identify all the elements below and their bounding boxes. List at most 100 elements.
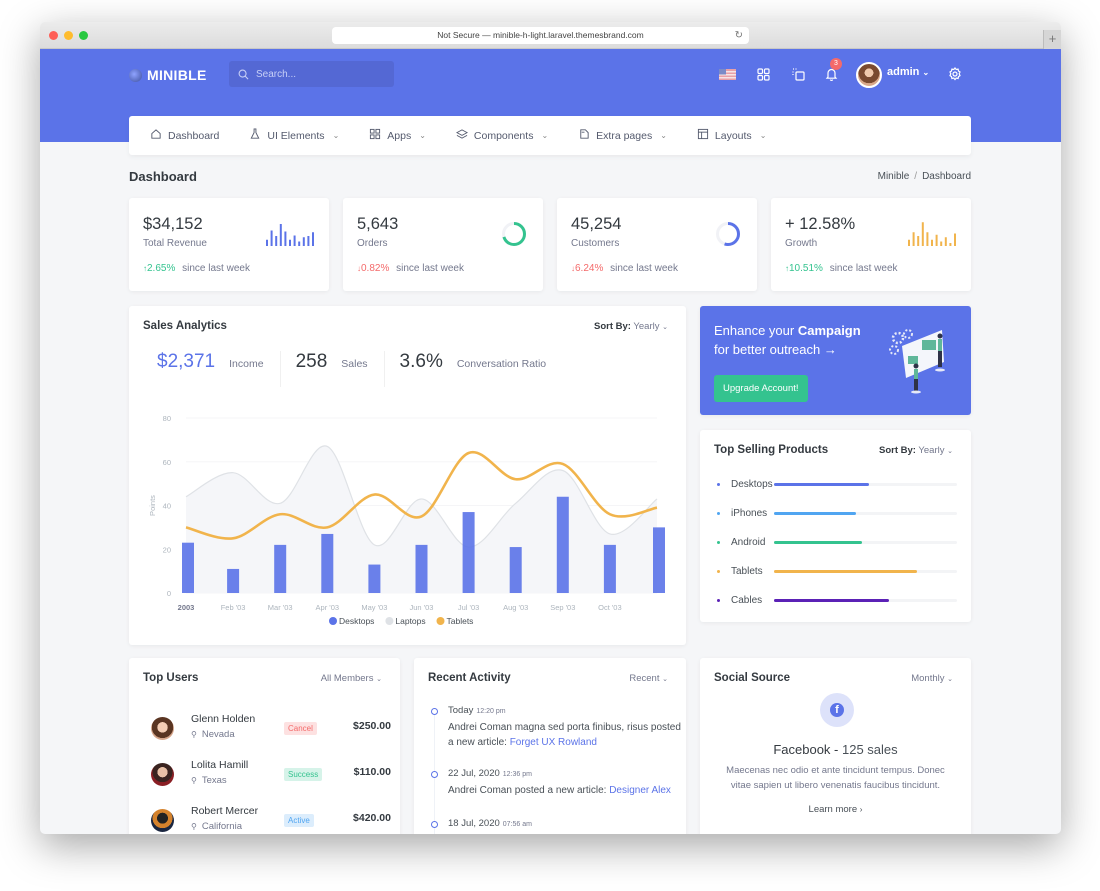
nav-item-layouts[interactable]: Layouts ⌄ — [697, 128, 766, 143]
activity-link[interactable]: Designer Alex — [609, 785, 671, 796]
breadcrumb-item-minible[interactable]: Minible — [878, 171, 910, 182]
settings-gear-icon[interactable] — [945, 63, 965, 85]
sort-dropdown[interactable]: Sort By: Yearly ⌄ — [879, 445, 953, 456]
members-filter-dropdown[interactable]: All Members ⌄ — [321, 673, 382, 684]
y-axis-label: Points — [148, 495, 157, 516]
user-row[interactable]: Lolita Hamill ⚲ Texas Success $110.00 — [151, 759, 391, 805]
stat-delta-value: 0.82% — [361, 263, 390, 274]
campaign-promo-card: Enhance your Campaign for better outreach… — [700, 306, 971, 415]
nav-item-extra-pages[interactable]: Extra pages ⌄ — [578, 128, 667, 143]
address-bar[interactable]: Not Secure — minible-h-light.laravel.the… — [332, 27, 749, 44]
legend-item-desktops[interactable]: Desktops — [329, 616, 374, 626]
mini-bar-chart — [266, 224, 314, 246]
product-name: Cables — [731, 595, 763, 606]
product-name: Android — [731, 537, 766, 548]
user-amount: $250.00 — [353, 720, 391, 732]
mini-bar — [931, 239, 933, 246]
stat-delta-caption: since last week — [829, 263, 898, 274]
legend-item-tablets[interactable]: Tablets — [436, 616, 474, 626]
card-title: Social Source — [714, 672, 791, 684]
user-menu-toggle[interactable]: admin ⌄ — [887, 66, 929, 78]
nav-item-ui-elements[interactable]: UI Elements ⌄ — [249, 128, 339, 143]
stat-delta: ↓6.24% since last week — [571, 263, 678, 274]
stat-delta-value: 2.65% — [147, 263, 176, 274]
stat-card-orders: 5,643 Orders ↓0.82% since last week — [343, 198, 543, 291]
mini-bar — [926, 232, 929, 246]
progress-track — [774, 483, 957, 486]
stat-label: Customers — [571, 238, 620, 249]
mini-bar — [954, 233, 956, 246]
close-window-button[interactable] — [49, 31, 58, 40]
user-row[interactable]: Robert Mercer ⚲ California Active $420.00 — [151, 805, 391, 834]
learn-more-link[interactable]: Learn more › — [700, 804, 971, 815]
user-avatar[interactable] — [856, 62, 882, 88]
activity-link[interactable]: Forget UX Rowland — [510, 737, 597, 748]
progress-track — [774, 541, 957, 544]
filter-value: Monthly — [911, 673, 945, 684]
x-tick-label: Feb '03 — [221, 603, 246, 612]
mini-bar — [921, 222, 924, 246]
stat-card-total-revenue: $34,152 Total Revenue ↑2.65% since last we… — [129, 198, 329, 291]
breadcrumb: Minible / Dashboard — [877, 171, 971, 182]
layers-icon — [455, 128, 468, 143]
stat-value: 5,643 — [357, 215, 399, 233]
nav-item-dashboard[interactable]: Dashboard — [150, 128, 219, 143]
x-tick-label: Sep '03 — [550, 603, 575, 612]
mini-bar-chart — [908, 222, 956, 246]
desktops-bar — [603, 544, 616, 593]
mini-bar — [944, 237, 947, 246]
maximize-window-button[interactable] — [79, 31, 88, 40]
breadcrumb-item-dashboard: Dashboard — [922, 171, 971, 182]
stat-value: 45,254 — [571, 215, 622, 233]
facebook-icon-wrapper: f — [820, 693, 854, 727]
mini-bar — [275, 236, 278, 246]
legend-item-laptops[interactable]: Laptops — [385, 616, 426, 626]
language-flag-icon[interactable] — [717, 63, 737, 85]
mini-bar — [312, 232, 314, 246]
stat-delta: ↑2.65% since last week — [143, 263, 250, 274]
flask-icon — [249, 128, 261, 143]
upgrade-account-button[interactable]: Upgrade Account! — [714, 375, 808, 402]
nav-item-components[interactable]: Components ⌄ — [455, 128, 548, 143]
top-users-card: Top Users All Members ⌄ Glenn Holden ⚲ Nev… — [129, 658, 400, 834]
promo-text: Enhance your Campaign for better outreach… — [714, 323, 861, 357]
stat-label: Orders — [357, 238, 388, 249]
timeline-dot-icon — [431, 771, 438, 778]
mini-bar — [293, 235, 296, 246]
product-name: iPhones — [731, 508, 768, 519]
sort-value: Yearly — [918, 445, 945, 456]
fullscreen-icon[interactable] — [788, 63, 808, 85]
notification-count-badge: 3 — [830, 58, 842, 70]
mini-bar — [266, 239, 268, 246]
chevron-down-icon: ⌄ — [947, 448, 953, 455]
progress-fill — [774, 570, 917, 573]
recent-activity-card: Recent Activity Recent ⌄ Today 12:20 pm An… — [414, 658, 686, 834]
x-tick-label: Jun '03 — [410, 603, 434, 612]
progress-fill — [774, 512, 857, 515]
new-tab-button[interactable]: + — [1043, 30, 1061, 49]
apps-grid-icon[interactable] — [753, 63, 773, 85]
nav-item-apps[interactable]: Apps ⌄ — [369, 128, 426, 143]
y-tick-label: 20 — [163, 545, 171, 554]
user-avatar — [151, 809, 174, 832]
chevron-down-icon: ⌄ — [922, 68, 930, 77]
reload-icon[interactable]: ↻ — [735, 27, 743, 44]
x-tick-label: Oct '03 — [598, 603, 622, 612]
product-row-desktops: Desktops — [717, 479, 957, 490]
nav-label: Extra pages — [596, 129, 653, 142]
mini-bar — [912, 232, 915, 246]
activity-date: 18 Jul, 2020 07:56 am — [448, 818, 532, 829]
layout-icon — [697, 128, 709, 143]
x-tick-label: May '03 — [361, 603, 387, 612]
stat-delta: ↓0.82% since last week — [357, 263, 464, 274]
desktops-bar — [182, 542, 194, 593]
period-filter-dropdown[interactable]: Monthly ⌄ — [911, 673, 953, 684]
user-name: admin — [887, 66, 920, 78]
notifications-bell-icon[interactable]: 3 — [821, 58, 842, 85]
activity-filter-dropdown[interactable]: Recent ⌄ — [629, 673, 668, 684]
user-row[interactable]: Glenn Holden ⚲ Nevada Cancel $250.00 — [151, 713, 391, 759]
minimize-window-button[interactable] — [64, 31, 73, 40]
x-tick-label: Jul '03 — [458, 603, 479, 612]
main-navigation: Dashboard UI Elements ⌄ Apps ⌄ Components ⌄ Ext… — [129, 116, 971, 155]
x-tick-label: Apr '03 — [316, 603, 340, 612]
